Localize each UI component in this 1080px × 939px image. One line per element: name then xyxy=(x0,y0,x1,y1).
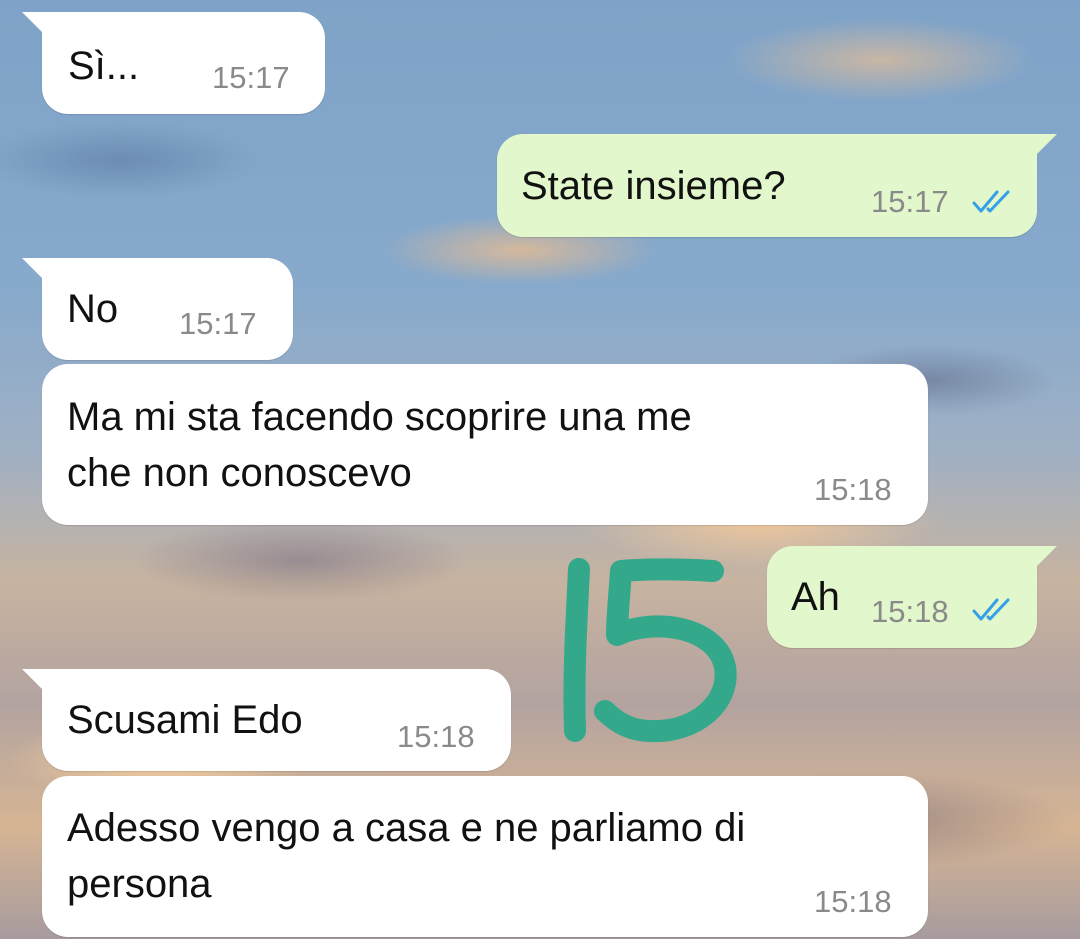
message-text: Adesso vengo a casa e ne parliamo di per… xyxy=(67,806,746,906)
message-timestamp: 15:17 xyxy=(212,60,290,95)
double-check-icon xyxy=(972,598,1010,621)
message-text: Sì... xyxy=(68,44,140,88)
message-text: State insieme? xyxy=(521,164,786,208)
message-text: Ma mi sta facendo scoprire una me che no… xyxy=(67,395,692,495)
message-text: Scusami Edo xyxy=(67,698,303,742)
message-text: Ah xyxy=(791,575,840,619)
message-timestamp: 15:18 xyxy=(814,884,892,919)
message-timestamp: 15:18 xyxy=(871,594,949,629)
message-bubble-incoming[interactable]: No 15:17 xyxy=(22,258,293,360)
message-timestamp: 15:17 xyxy=(871,184,949,219)
message-timestamp: 15:17 xyxy=(179,306,257,341)
double-check-icon xyxy=(972,190,1010,213)
message-bubble-outgoing[interactable]: State insieme? 15:17 xyxy=(497,134,1057,237)
handwritten-number-overlay xyxy=(563,558,737,743)
message-timestamp: 15:18 xyxy=(397,719,475,754)
message-timestamp: 15:18 xyxy=(814,472,892,507)
message-bubble-incoming[interactable]: Scusami Edo 15:18 xyxy=(22,669,511,771)
message-bubble-incoming[interactable]: Adesso vengo a casa e ne parliamo di per… xyxy=(42,776,928,937)
message-bubble-outgoing[interactable]: Ah 15:18 xyxy=(767,546,1057,648)
message-text: No xyxy=(67,287,119,331)
message-bubble-incoming[interactable]: Ma mi sta facendo scoprire una me che no… xyxy=(42,364,928,525)
message-bubble-incoming[interactable]: Sì... 15:17 xyxy=(22,12,325,114)
